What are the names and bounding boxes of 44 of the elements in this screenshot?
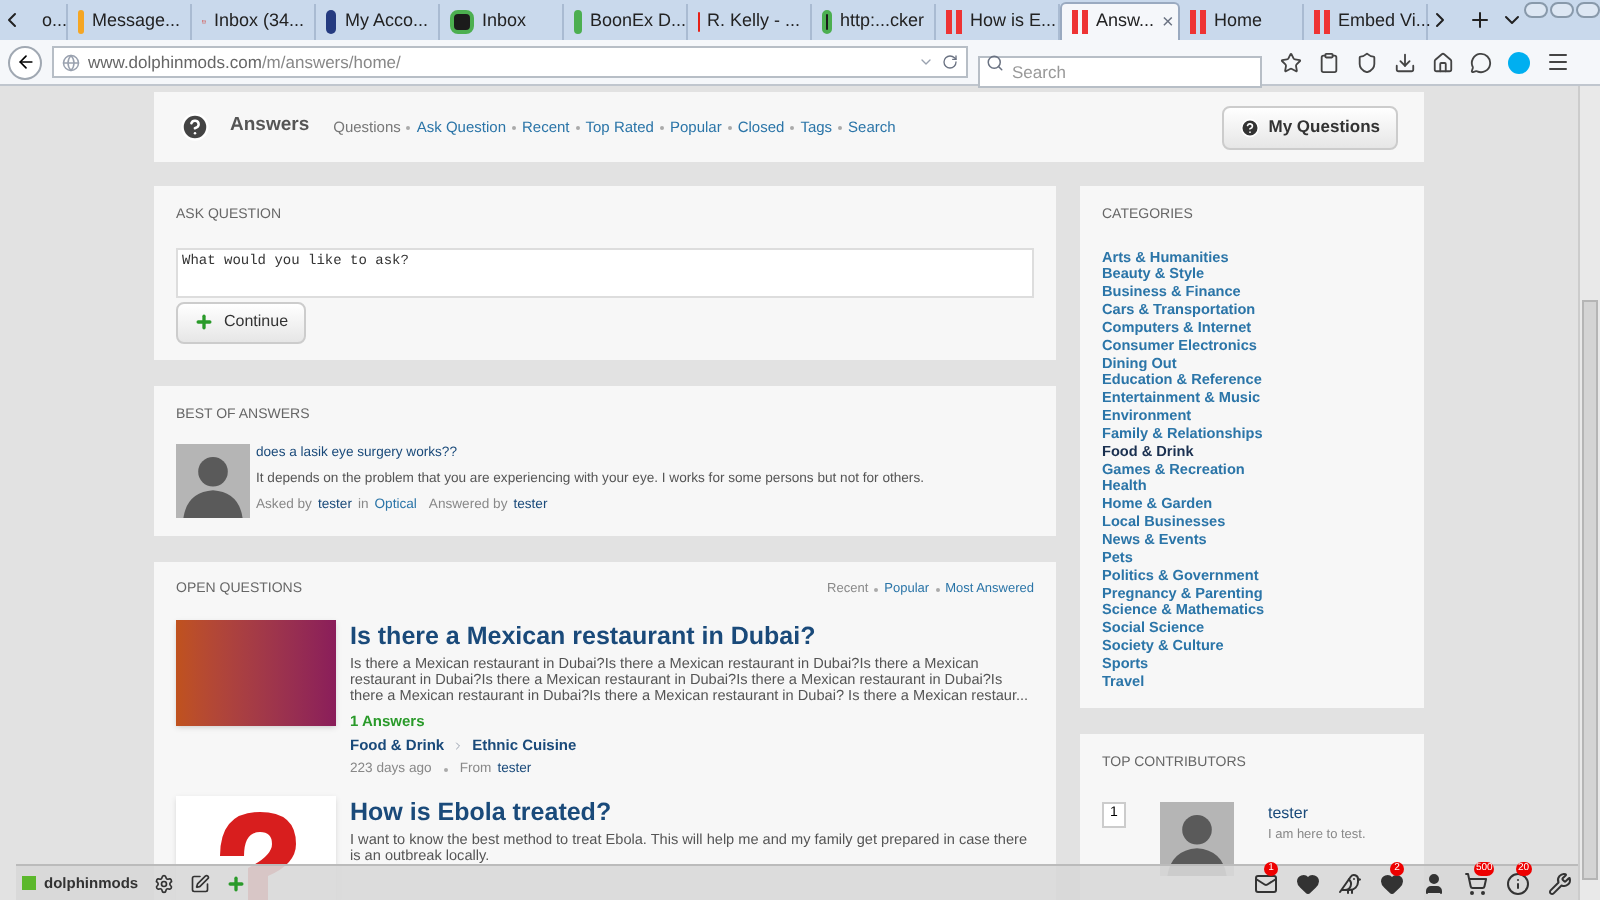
settings-icon[interactable] xyxy=(154,873,175,893)
bars-icon xyxy=(1190,10,1206,34)
help-icon xyxy=(180,112,210,142)
info-icon[interactable] xyxy=(1506,871,1530,895)
site-logo-icon xyxy=(22,876,36,890)
question-title[interactable]: Is there a Mexican restaurant in Dubai? xyxy=(350,619,1034,651)
clipboard-icon[interactable] xyxy=(1318,51,1340,73)
home-icon[interactable] xyxy=(1432,51,1454,73)
bird-icon[interactable] xyxy=(1338,871,1362,895)
bars-icon xyxy=(946,10,962,34)
continue-button[interactable]: Continue xyxy=(176,301,307,343)
back-arrow-icon xyxy=(15,52,35,72)
bars-icon xyxy=(1314,10,1330,34)
add-icon[interactable] xyxy=(226,873,247,893)
search-field[interactable]: Search xyxy=(978,56,1262,88)
chevron-icon xyxy=(452,739,465,752)
globe-icon xyxy=(62,53,80,71)
cart-icon[interactable] xyxy=(1464,871,1488,895)
address-bar[interactable]: www.dolphinmods.com/m/answers/home/ xyxy=(52,46,968,78)
bookmark-star-icon[interactable] xyxy=(1280,51,1302,73)
menu-icon[interactable] xyxy=(1546,50,1570,74)
heart-icon[interactable] xyxy=(1296,871,1320,895)
scrollbar[interactable] xyxy=(1578,86,1600,900)
reload-icon[interactable] xyxy=(942,54,958,70)
search-icon xyxy=(986,53,1004,71)
question-title[interactable]: How is Ebola treated? xyxy=(350,795,1034,828)
help-icon xyxy=(1240,117,1261,137)
back-button[interactable] xyxy=(8,45,42,79)
heart-icon[interactable] xyxy=(1380,871,1404,895)
contributor-name[interactable]: tester xyxy=(1268,802,1366,827)
my-questions-button[interactable]: My Questions xyxy=(1222,105,1398,149)
avatar-silhouette xyxy=(176,444,250,518)
edit-icon[interactable] xyxy=(190,873,211,893)
plus-icon xyxy=(194,312,214,332)
dropdown-icon[interactable] xyxy=(918,54,934,70)
wrench-icon[interactable] xyxy=(1548,871,1572,895)
close-tab-button[interactable]: × xyxy=(1162,7,1174,37)
chat-icon[interactable] xyxy=(1470,51,1492,73)
bars-icon xyxy=(1072,10,1088,34)
new-tab-icon[interactable] xyxy=(1468,8,1492,32)
download-icon[interactable] xyxy=(1394,51,1416,73)
user-icon[interactable] xyxy=(1422,871,1446,895)
browser-tab[interactable]: Answ... × xyxy=(1060,2,1180,40)
section-title: Answers xyxy=(230,112,310,141)
